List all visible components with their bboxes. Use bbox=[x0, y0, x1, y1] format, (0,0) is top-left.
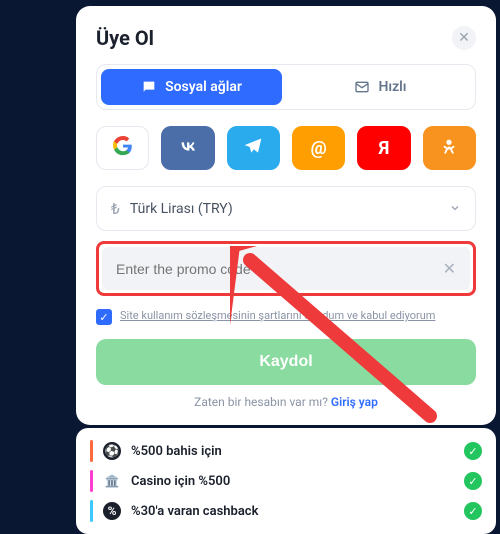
bonus-item[interactable]: 🏛️ Casino için %500 ✓ bbox=[90, 466, 482, 496]
bonus-item[interactable]: % %30'a varan cashback ✓ bbox=[90, 496, 482, 526]
check-badge-icon: ✓ bbox=[464, 442, 482, 460]
promo-highlight-box: ✕ bbox=[96, 241, 476, 296]
chat-icon bbox=[141, 79, 157, 95]
terms-row: ✓ Site kullanım sözleşmesinin şartlarını… bbox=[96, 308, 476, 325]
ok-login-button[interactable] bbox=[423, 126, 476, 170]
casino-icon: 🏛️ bbox=[103, 472, 121, 490]
mail-icon bbox=[354, 79, 370, 95]
terms-text: Site kullanım sözleşmesinin şartlarını o… bbox=[120, 308, 435, 323]
currency-select[interactable]: ₺ Türk Lirası (TRY) bbox=[96, 186, 476, 231]
signup-tabs: Sosyal ağlar Hızlı bbox=[96, 64, 476, 110]
tab-social-label: Sosyal ağlar bbox=[165, 79, 242, 95]
login-line: Zaten bir hesabın var mı? Giriş yap bbox=[96, 395, 476, 409]
close-icon[interactable]: ✕ bbox=[452, 26, 476, 50]
google-login-button[interactable] bbox=[96, 126, 149, 170]
currency-label: Türk Lirası (TRY) bbox=[130, 201, 233, 217]
promo-field: ✕ bbox=[102, 247, 470, 290]
bonus-stripe bbox=[90, 470, 93, 492]
check-badge-icon: ✓ bbox=[464, 472, 482, 490]
currency-symbol-icon: ₺ bbox=[111, 199, 120, 218]
bonus-label: %30'a varan cashback bbox=[131, 504, 258, 519]
signup-modal: Üye Ol ✕ Sosyal ağlar Hızlı bbox=[76, 6, 496, 425]
tab-quick-label: Hızlı bbox=[378, 79, 406, 95]
bonus-stripe bbox=[90, 440, 93, 462]
yandex-login-button[interactable]: Я bbox=[357, 126, 410, 170]
check-badge-icon: ✓ bbox=[464, 502, 482, 520]
social-login-row: @ Я bbox=[96, 126, 476, 170]
telegram-icon bbox=[243, 136, 263, 161]
modal-title: Üye Ol bbox=[96, 26, 154, 50]
bonus-item[interactable]: ⚽ %500 bahis için ✓ bbox=[90, 436, 482, 466]
bonus-label: Casino için %500 bbox=[131, 474, 230, 489]
mailru-icon: @ bbox=[311, 138, 327, 159]
bonus-panel: ⚽ %500 bahis için ✓ 🏛️ Casino için %500 … bbox=[76, 428, 496, 534]
sports-icon: ⚽ bbox=[103, 442, 121, 460]
tab-quick[interactable]: Hızlı bbox=[290, 69, 471, 105]
login-link[interactable]: Giriş yap bbox=[331, 395, 378, 409]
vk-login-button[interactable] bbox=[161, 126, 214, 170]
modal-header: Üye Ol ✕ bbox=[96, 26, 476, 50]
chevron-down-icon bbox=[449, 199, 461, 218]
submit-button[interactable]: Kaydol bbox=[96, 339, 476, 385]
vk-icon bbox=[177, 135, 199, 162]
clear-icon[interactable]: ✕ bbox=[435, 259, 456, 278]
google-icon bbox=[113, 136, 133, 161]
mailru-login-button[interactable]: @ bbox=[292, 126, 345, 170]
login-prompt: Zaten bir hesabın var mı? bbox=[194, 395, 328, 409]
bonus-label: %500 bahis için bbox=[131, 444, 222, 459]
bonus-stripe bbox=[90, 500, 93, 522]
ok-icon bbox=[440, 137, 458, 160]
promo-input[interactable] bbox=[116, 261, 435, 277]
tab-social[interactable]: Sosyal ağlar bbox=[101, 69, 282, 105]
yandex-icon: Я bbox=[379, 138, 390, 159]
cashback-icon: % bbox=[103, 502, 121, 520]
terms-checkbox[interactable]: ✓ bbox=[96, 309, 112, 325]
telegram-login-button[interactable] bbox=[227, 126, 280, 170]
